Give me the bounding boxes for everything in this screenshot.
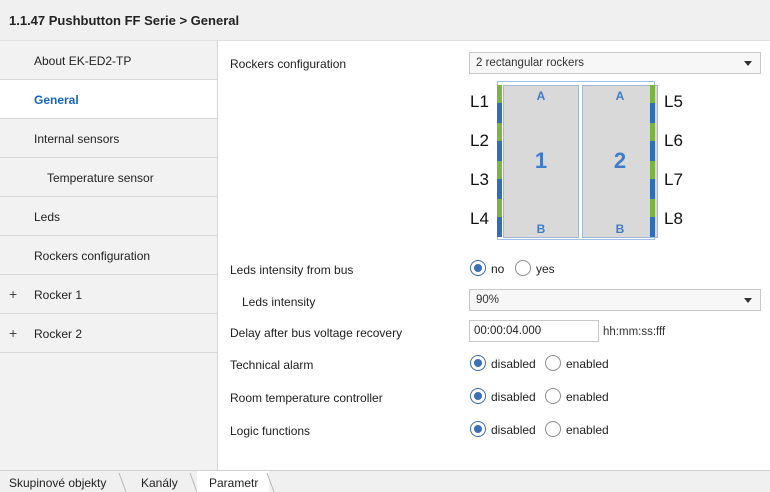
sidebar-item-label: Temperature sensor xyxy=(47,171,154,185)
sidebar-item-rockers-configuration[interactable]: Rockers configuration xyxy=(0,236,217,275)
led-label-l1: L1 xyxy=(470,92,489,111)
technical-alarm-disabled-radio[interactable] xyxy=(470,355,486,371)
rocker-2: A 2 B xyxy=(582,85,658,238)
led-l6-blue xyxy=(650,141,655,161)
sidebar-item-label: Rocker 1 xyxy=(34,288,83,302)
tab-divider xyxy=(118,473,127,492)
sidebar-item-internal-sensors[interactable]: Internal sensors xyxy=(0,119,217,158)
sidebar-item-label: Leds xyxy=(34,210,61,224)
rockers-configuration-label: Rockers configuration xyxy=(230,57,347,71)
led-l7-green xyxy=(650,161,655,179)
rocker-1-bottom-label: B xyxy=(536,222,546,236)
sidebar-item-label: About EK-ED2-TP xyxy=(34,54,132,68)
radio-label: yes xyxy=(536,262,555,276)
rocker-1: A 1 B xyxy=(503,85,579,238)
rocker-1-top-label: A xyxy=(536,89,546,103)
radio-label: enabled xyxy=(566,390,609,404)
leds-intensity-select[interactable]: 90% xyxy=(469,289,761,311)
tab-parametr[interactable]: Parametr xyxy=(197,471,269,492)
leds-from-bus-yes-radio[interactable] xyxy=(515,260,531,276)
bottom-tab-bar: Skupinové objekty Kanály Parametr xyxy=(0,470,770,492)
sidebar-item-label: Internal sensors xyxy=(34,132,120,146)
technical-alarm-enabled-radio[interactable] xyxy=(545,355,561,371)
sidebar-item-label: Rocker 2 xyxy=(34,327,83,341)
sidebar: About EK-ED2-TP General Internal sensors… xyxy=(0,41,218,470)
led-l4-blue xyxy=(497,217,502,237)
sidebar-item-label: General xyxy=(34,93,79,107)
led-label-l6: L6 xyxy=(664,131,683,150)
chevron-down-icon xyxy=(744,61,752,66)
leds-intensity-label: Leds intensity xyxy=(242,295,316,309)
room-temp-controller-label: Room temperature controller xyxy=(230,391,383,405)
tab-label: Kanály xyxy=(141,476,178,490)
led-l3-blue xyxy=(497,179,502,199)
led-l2-blue xyxy=(497,141,502,161)
input-value: 00:00:04.000 xyxy=(474,325,542,337)
leds-from-bus-label: Leds intensity from bus xyxy=(230,263,354,277)
led-label-l4: L4 xyxy=(470,209,489,228)
rocker-2-top-label: A xyxy=(615,89,625,103)
led-l3-green xyxy=(497,161,502,179)
led-l6-green xyxy=(650,123,655,141)
expand-icon[interactable]: + xyxy=(9,325,17,341)
radio-label: enabled xyxy=(566,423,609,437)
parameters-panel: Rockers configuration 2 rectangular rock… xyxy=(219,41,770,470)
sidebar-item-leds[interactable]: Leds xyxy=(0,197,217,236)
tab-skupinove-objekty[interactable]: Skupinové objekty xyxy=(0,471,118,492)
sidebar-item-general[interactable]: General xyxy=(0,80,217,119)
tab-label: Parametr xyxy=(209,476,259,490)
rocker-1-number: 1 xyxy=(534,148,548,173)
led-label-l7: L7 xyxy=(664,170,683,189)
rocker-2-number: 2 xyxy=(613,148,627,173)
technical-alarm-label: Technical alarm xyxy=(230,358,314,372)
logic-functions-disabled-radio[interactable] xyxy=(470,421,486,437)
sidebar-item-temperature-sensor[interactable]: Temperature sensor xyxy=(0,158,217,197)
logic-functions-label: Logic functions xyxy=(230,424,311,438)
sidebar-item-rocker-2[interactable]: + Rocker 2 xyxy=(0,314,217,353)
chevron-down-icon xyxy=(744,298,752,303)
tab-kanaly[interactable]: Kanály xyxy=(128,471,190,492)
page-title: 1.1.47 Pushbutton FF Serie > General xyxy=(9,13,240,28)
select-value: 2 rectangular rockers xyxy=(476,57,585,69)
led-label-l8: L8 xyxy=(664,209,683,228)
led-l5-blue xyxy=(650,103,655,123)
room-temp-controller-enabled-radio[interactable] xyxy=(545,388,561,404)
sidebar-item-about[interactable]: About EK-ED2-TP xyxy=(0,41,217,80)
led-l5-green xyxy=(650,85,655,103)
tab-label: Skupinové objekty xyxy=(9,476,107,490)
leds-from-bus-no-radio[interactable] xyxy=(470,260,486,276)
led-l7-blue xyxy=(650,179,655,199)
radio-label: disabled xyxy=(491,357,536,371)
radio-label: disabled xyxy=(491,423,536,437)
rockers-configuration-select[interactable]: 2 rectangular rockers xyxy=(469,52,761,74)
title-bar: 1.1.47 Pushbutton FF Serie > General xyxy=(0,0,770,41)
select-value: 90% xyxy=(476,294,500,306)
led-label-l2: L2 xyxy=(470,131,489,150)
expand-icon[interactable]: + xyxy=(9,286,17,302)
led-l1-green xyxy=(497,85,502,103)
radio-label: no xyxy=(491,262,505,276)
rocker-frame: A 1 B A 2 B xyxy=(497,81,658,240)
rocker-2-bottom-label: B xyxy=(615,222,625,236)
logic-functions-enabled-radio[interactable] xyxy=(545,421,561,437)
led-label-l3: L3 xyxy=(470,170,489,189)
delay-label: Delay after bus voltage recovery xyxy=(230,326,403,340)
led-l8-green xyxy=(650,199,655,217)
delay-unit: hh:mm:ss:fff xyxy=(603,326,666,338)
rocker-diagram: L1 L2 L3 L4 A 1 B A 2 B L5 L6 L7 L8 xyxy=(467,81,683,241)
led-l1-blue xyxy=(497,103,502,123)
led-l4-green xyxy=(497,199,502,217)
led-l2-green xyxy=(497,123,502,141)
room-temp-controller-disabled-radio[interactable] xyxy=(470,388,486,404)
radio-label: enabled xyxy=(566,357,609,371)
sidebar-item-rocker-1[interactable]: + Rocker 1 xyxy=(0,275,217,314)
radio-label: disabled xyxy=(491,390,536,404)
delay-input[interactable]: 00:00:04.000 xyxy=(469,320,599,342)
sidebar-item-label: Rockers configuration xyxy=(34,249,151,263)
led-label-l5: L5 xyxy=(664,92,683,111)
led-l8-blue xyxy=(650,217,655,237)
